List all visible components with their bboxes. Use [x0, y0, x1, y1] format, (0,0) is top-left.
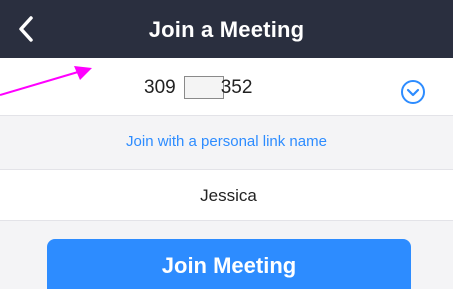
display-name-input[interactable]	[0, 170, 453, 222]
meeting-id-field[interactable]: 309 352	[144, 76, 252, 99]
page-title: Join a Meeting	[148, 17, 305, 42]
chevron-down-circle-icon	[401, 80, 425, 104]
header-bar: Join a Meeting	[0, 0, 453, 58]
join-meeting-button[interactable]: Join Meeting	[47, 239, 411, 289]
join-with-personal-link[interactable]: Join with a personal link name	[0, 133, 453, 150]
meeting-id-suffix: 352	[220, 76, 253, 98]
annotation-arrow-icon	[0, 66, 92, 96]
personal-link-row: Join with a personal link name	[0, 115, 453, 170]
redaction-box	[183, 76, 224, 99]
meeting-id-prefix: 309	[144, 76, 176, 98]
meeting-history-dropdown-button[interactable]	[399, 78, 427, 106]
name-row	[0, 170, 453, 222]
